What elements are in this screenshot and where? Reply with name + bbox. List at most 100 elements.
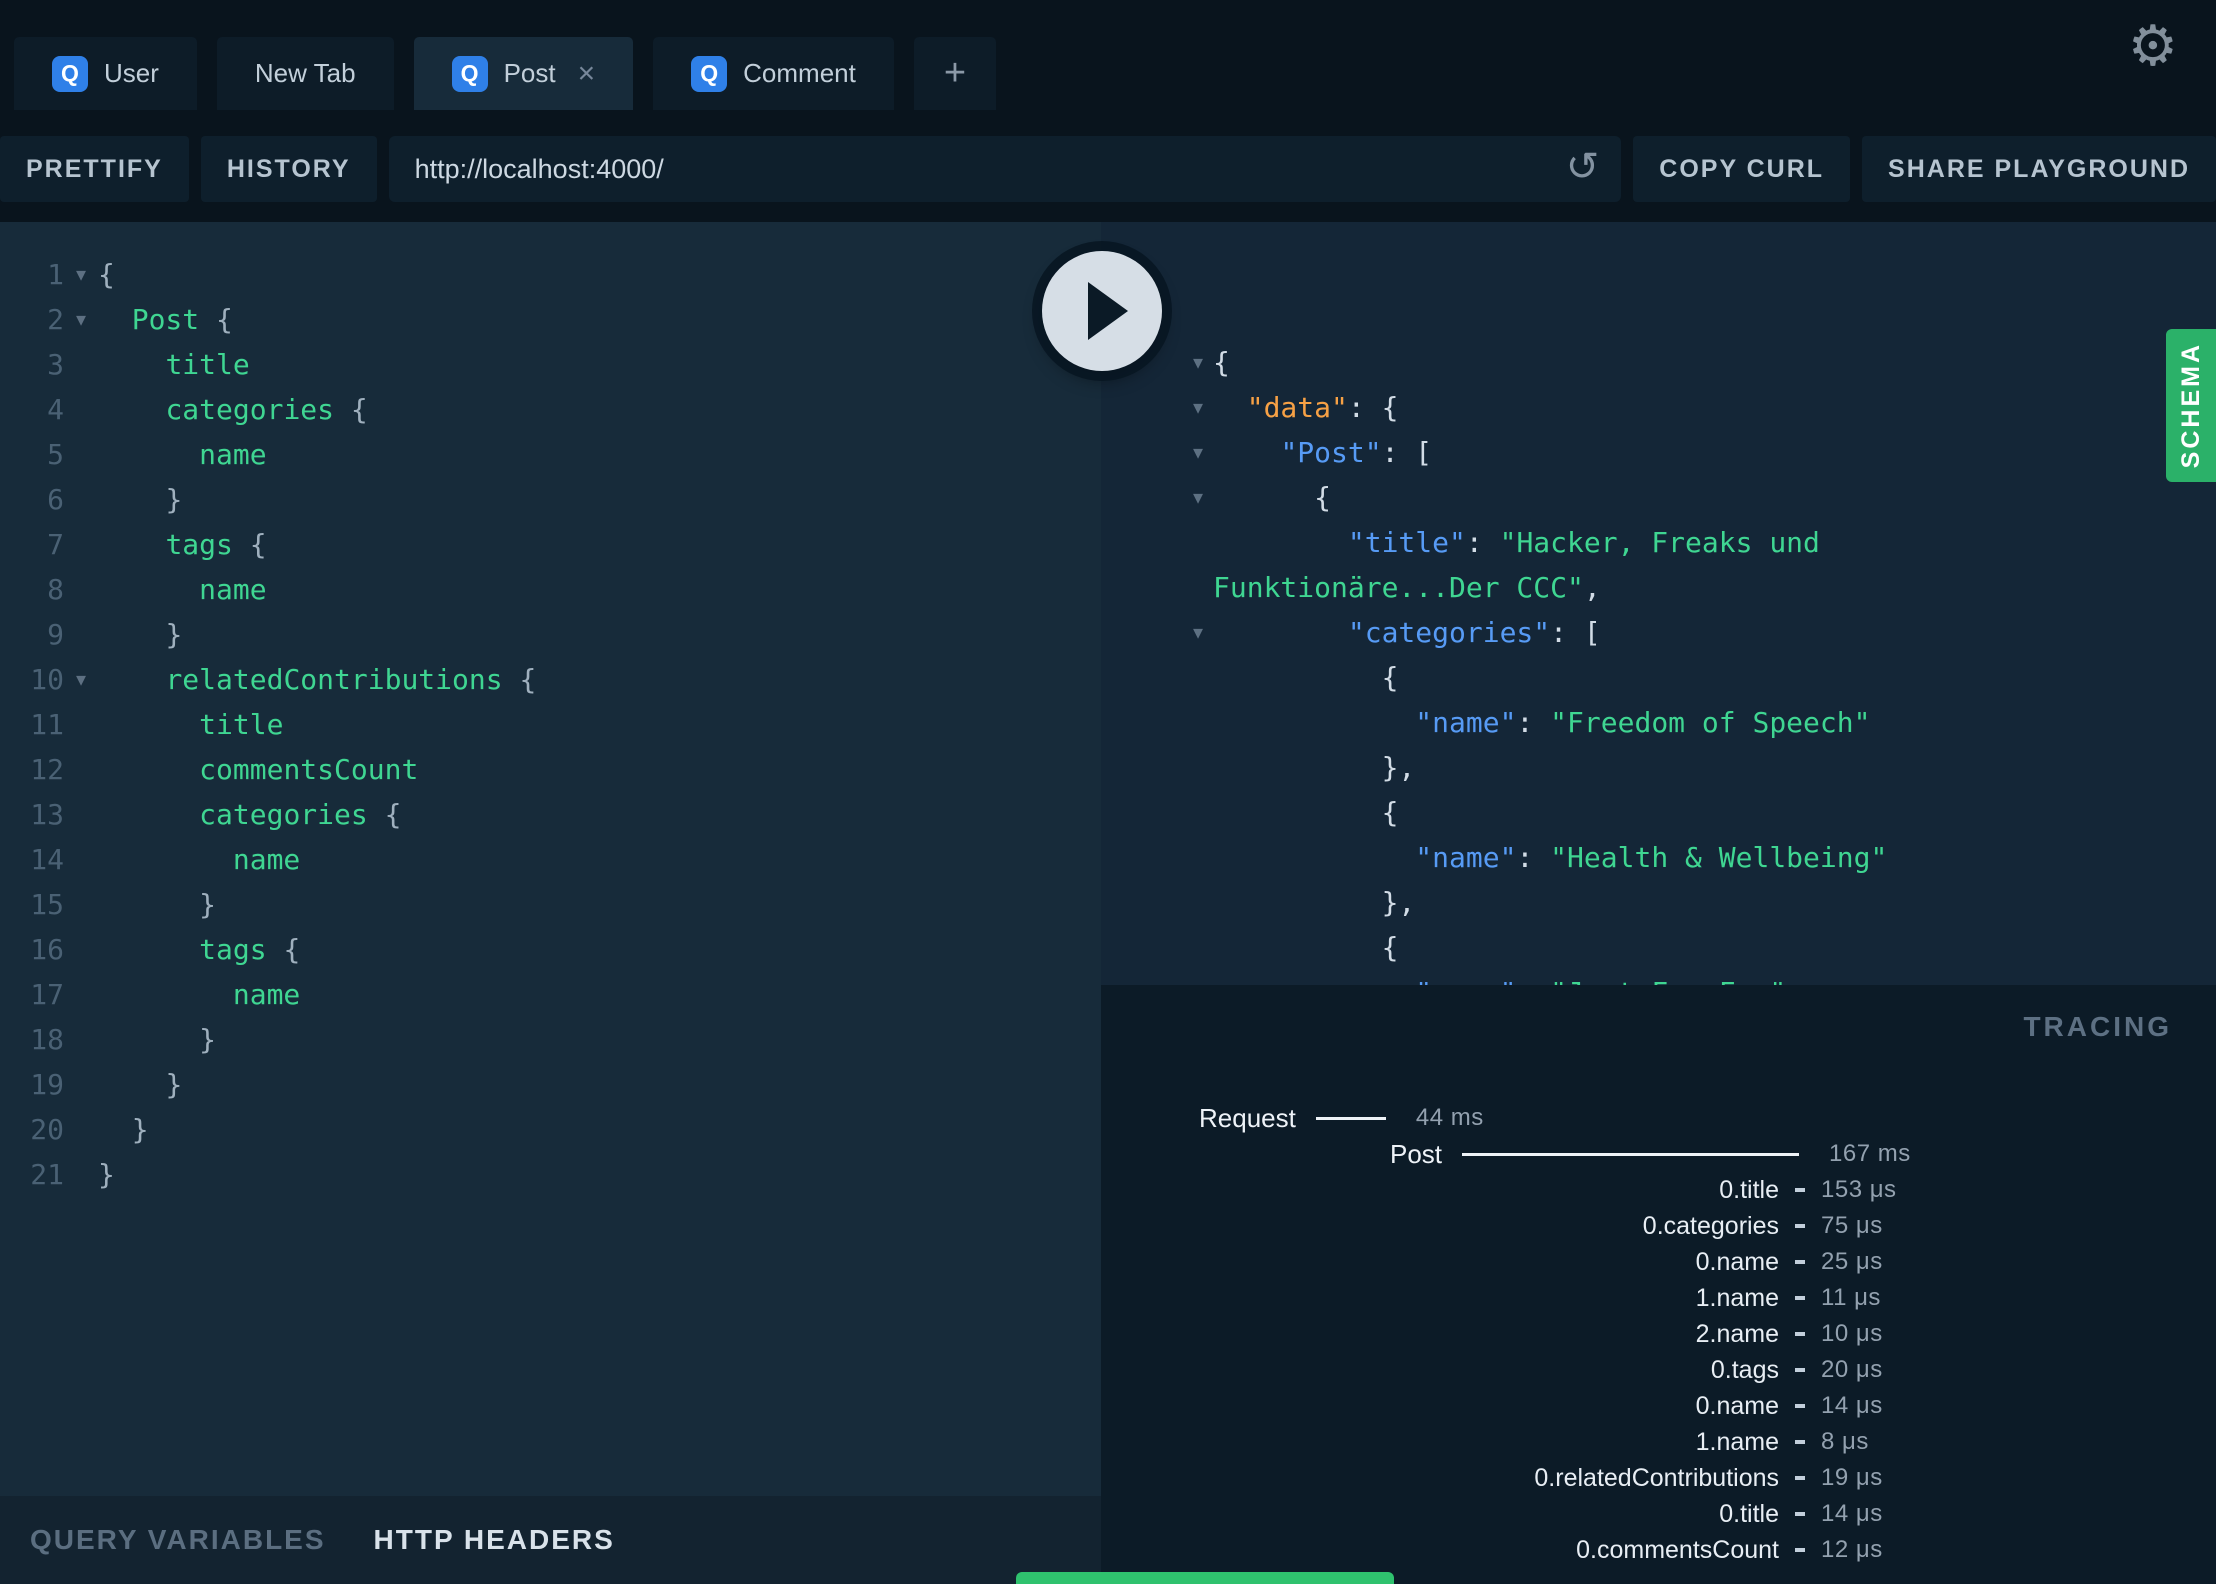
query-code-lines: 1 ▾{2 ▾ Post {3 title 4 categories {5 name 6… (0, 222, 1101, 1197)
trace-label: 1.name (1695, 1283, 1779, 1312)
fold-arrow-slot (64, 792, 98, 837)
query-line[interactable]: 8 name (0, 567, 1101, 612)
http-headers-tab[interactable]: HTTP HEADERS (374, 1524, 615, 1556)
query-line[interactable]: 14 name (0, 837, 1101, 882)
query-editor[interactable]: 1 ▾{2 ▾ Post {3 title 4 categories {5 name 6… (0, 222, 1101, 1496)
execute-button[interactable] (1042, 251, 1162, 371)
fold-arrow-slot (64, 972, 98, 1017)
fold-arrow-icon[interactable]: ▾ (1183, 430, 1213, 475)
trace-span: 0.tags 20 μs (1101, 1352, 2216, 1388)
trace-span: 0.commentsCount 12 μs (1101, 1532, 2216, 1568)
line-number: 5 (47, 438, 64, 471)
result-line: "title": "Hacker, Freaks und (1101, 520, 2216, 565)
query-code: name (199, 573, 267, 606)
query-line[interactable]: 6 } (0, 477, 1101, 522)
trace-bar (1462, 1152, 1800, 1156)
close-tab-icon[interactable]: × (578, 58, 596, 89)
query-line[interactable]: 18 } (0, 1017, 1101, 1062)
fold-arrow-slot (64, 747, 98, 792)
result-code: { (1314, 481, 1332, 514)
query-line[interactable]: 19 } (0, 1062, 1101, 1107)
trace-label: 0.relatedContributions (1534, 1463, 1779, 1492)
tab-new-tab[interactable]: New Tab (216, 37, 394, 110)
line-number: 19 (30, 1068, 64, 1101)
query-line[interactable]: 17 name (0, 972, 1101, 1017)
trace-bar (1795, 1404, 1805, 1408)
query-line[interactable]: 21} (0, 1152, 1101, 1197)
fold-arrow-slot (1183, 835, 1213, 880)
query-line[interactable]: 13 categories { (0, 792, 1101, 837)
trace-bar (1795, 1188, 1805, 1192)
result-line: }, (1101, 880, 2216, 925)
query-line[interactable]: 11 title (0, 702, 1101, 747)
new-tab-button[interactable]: + (913, 37, 997, 110)
query-line[interactable]: 5 name (0, 432, 1101, 477)
query-line[interactable]: 10 ▾ relatedContributions { (0, 657, 1101, 702)
result-line: ▾ "Post": [ (1101, 430, 2216, 475)
reload-icon[interactable]: ↺ (1566, 147, 1600, 187)
result-pane: ▾{▾ "data": {▾ "Post": [▾ { "title": "Ha… (1101, 222, 2216, 985)
query-line[interactable]: 15 } (0, 882, 1101, 927)
copy-curl-button[interactable]: COPY CURL (1633, 136, 1851, 202)
fold-arrow-icon[interactable]: ▾ (64, 297, 98, 342)
fold-arrow-icon[interactable]: ▾ (1183, 475, 1213, 520)
line-number: 15 (30, 888, 64, 921)
trace-span: 0.name 14 μs (1101, 1388, 2216, 1424)
result-code-lines: ▾{▾ "data": {▾ "Post": [▾ { "title": "Ha… (1101, 340, 2216, 985)
line-number: 14 (30, 843, 64, 876)
trace-duration: 11 μs (1821, 1284, 1881, 1311)
trace-bar (1795, 1440, 1805, 1444)
share-playground-button[interactable]: SHARE PLAYGROUND (1862, 136, 2216, 202)
query-line[interactable]: 12 commentsCount (0, 747, 1101, 792)
fold-arrow-slot (1183, 655, 1213, 700)
result-code: "name": "Freedom of Speech" (1415, 706, 1871, 739)
query-line[interactable]: 9 } (0, 612, 1101, 657)
line-number: 3 (47, 348, 64, 381)
query-line[interactable]: 4 categories { (0, 387, 1101, 432)
toolbar: PRETTIFY HISTORY ↺ COPY CURL SHARE PLAYG… (0, 136, 2216, 222)
line-number: 8 (47, 573, 64, 606)
schema-tab-label: SCHEMA (2176, 342, 2205, 469)
query-variables-tab[interactable]: QUERY VARIABLES (30, 1524, 326, 1556)
result-code: "name": "Health & Wellbeing" (1415, 841, 1888, 874)
schema-tab[interactable]: SCHEMA (2166, 329, 2216, 482)
fold-arrow-icon[interactable]: ▾ (64, 657, 98, 702)
history-button[interactable]: HISTORY (200, 136, 377, 202)
settings-gear-icon[interactable]: ⚙ (2128, 18, 2178, 74)
result-code: { (1381, 796, 1399, 829)
fold-arrow-slot (64, 567, 98, 612)
fold-arrow-slot (64, 1062, 98, 1107)
fold-arrow-icon[interactable]: ▾ (64, 252, 98, 297)
result-code: { (1381, 661, 1399, 694)
tab-comment[interactable]: Q Comment (653, 37, 894, 110)
prettify-button[interactable]: PRETTIFY (0, 136, 189, 202)
tab-user[interactable]: Q User (14, 37, 197, 110)
line-number: 1 (47, 258, 64, 291)
query-line[interactable]: 7 tags { (0, 522, 1101, 567)
query-line[interactable]: 16 tags { (0, 927, 1101, 972)
tab-post[interactable]: Q Post × (413, 37, 634, 110)
fold-arrow-slot (64, 882, 98, 927)
trace-span: 0.categories 75 μs (1101, 1208, 2216, 1244)
trace-label: Post (1390, 1138, 1443, 1169)
query-code: } (98, 1158, 115, 1191)
trace-label: 0.name (1695, 1247, 1779, 1276)
fold-arrow-slot (64, 612, 98, 657)
trace-bar (1795, 1260, 1805, 1264)
fold-arrow-icon[interactable]: ▾ (1183, 385, 1213, 430)
trace-bar (1795, 1224, 1805, 1228)
query-line[interactable]: 3 title (0, 342, 1101, 387)
query-code: } (165, 618, 183, 651)
fold-arrow-icon[interactable]: ▾ (1183, 610, 1213, 655)
tracing-panel: TRACING Request 44 ms Post 167 ms 0.title 153… (1101, 985, 2216, 1584)
result-code: "title": "Hacker, Freaks und (1347, 526, 1820, 559)
endpoint-input[interactable] (388, 136, 1622, 202)
fold-arrow-slot (64, 1152, 98, 1197)
query-line[interactable]: 2 ▾ Post { (0, 297, 1101, 342)
trace-span: 0.title 153 μs (1101, 1172, 2216, 1208)
trace-span: 1.name 11 μs (1101, 1280, 2216, 1316)
query-line[interactable]: 1 ▾{ (0, 252, 1101, 297)
fold-arrow-icon[interactable]: ▾ (1183, 340, 1213, 385)
query-code: name (199, 438, 267, 471)
query-line[interactable]: 20 } (0, 1107, 1101, 1152)
